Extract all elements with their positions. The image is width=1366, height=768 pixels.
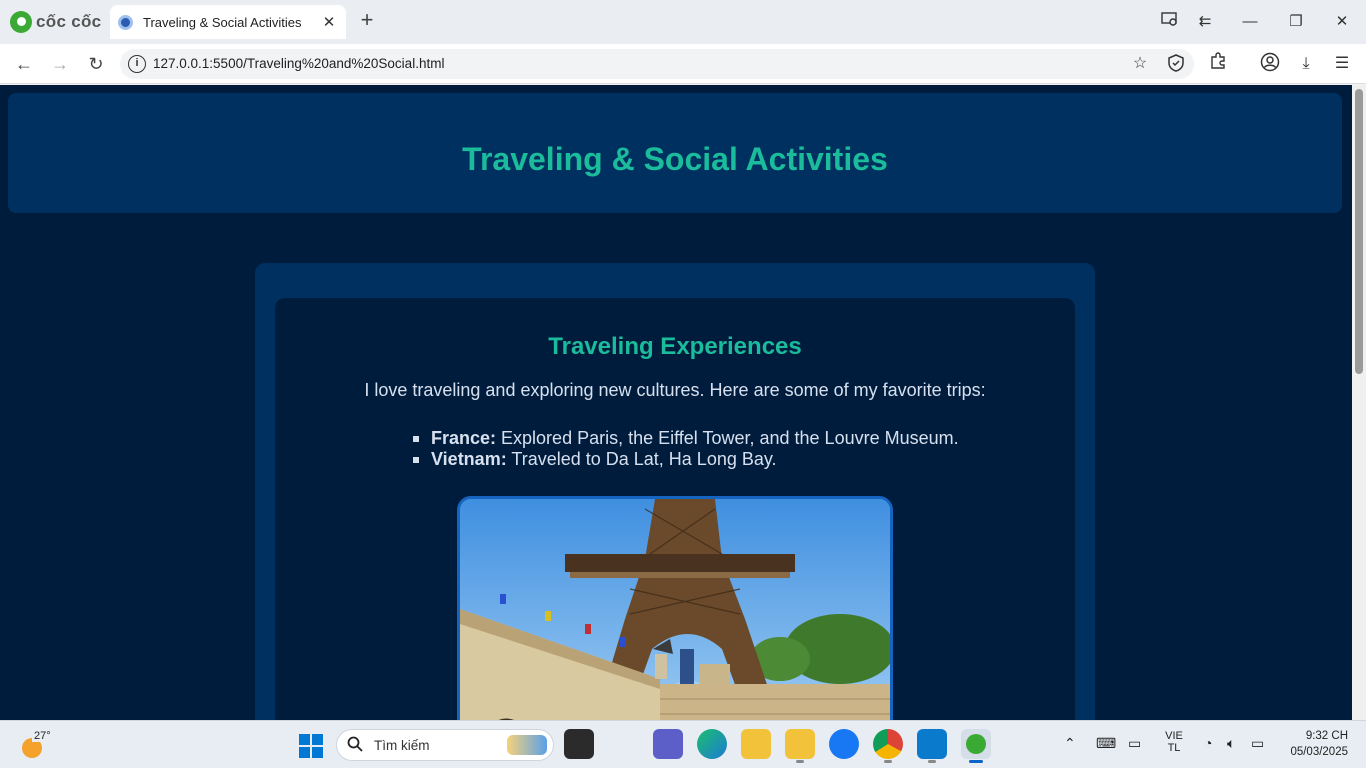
weather-temp: 27° — [32, 730, 53, 742]
search-placeholder: Tìm kiếm — [374, 738, 430, 753]
windows-logo-icon — [312, 734, 323, 745]
list-item: France: Explored Paris, the Eiffel Tower… — [413, 428, 959, 449]
tab-search-icon[interactable] — [1158, 10, 1182, 34]
start-button[interactable] — [299, 734, 323, 758]
windows-logo-icon — [312, 747, 323, 758]
language-top: VIE — [1165, 730, 1183, 742]
file-explorer-2-icon[interactable] — [785, 729, 815, 763]
page-title: Traveling & Social Activities — [462, 141, 888, 177]
section-intro: I love traveling and exploring new cultu… — [364, 380, 986, 400]
browser-toolbar: ← → ↻ i 127.0.0.1:5500/Traveling%20and%2… — [0, 44, 1366, 84]
url-text[interactable]: 127.0.0.1:5500/Traveling%20and%20Social.… — [153, 56, 444, 71]
facebook-icon[interactable] — [829, 729, 859, 759]
search-highlight-icon — [507, 735, 547, 755]
language-indicator[interactable]: VIE TL — [1162, 730, 1186, 754]
edge-icon[interactable] — [697, 729, 727, 759]
tab-title: Traveling & Social Activities — [143, 14, 302, 30]
browser-titlebar: cốc cốc Traveling & Social Activities ✕ … — [0, 0, 1366, 44]
extensions-puzzle-icon[interactable] — [1206, 52, 1230, 76]
back-arrow-icon[interactable]: ← — [12, 52, 36, 76]
traveling-section: Traveling Experiences I love traveling a… — [275, 298, 1075, 720]
bullet-icon — [413, 436, 419, 442]
eiffel-tower-photo — [457, 496, 893, 720]
forward-arrow-icon[interactable]: → — [48, 52, 72, 76]
menu-icon[interactable]: ☰ — [1330, 52, 1354, 76]
weather-widget[interactable]: 27° — [18, 730, 53, 760]
windows-logo-icon — [299, 734, 310, 745]
tablet-icon[interactable]: ▭ — [1128, 735, 1141, 752]
windows-logo-icon — [299, 747, 310, 758]
back-history-icon[interactable]: ⇇ — [1193, 10, 1217, 34]
wifi-icon[interactable]: ◔ — [1204, 735, 1212, 751]
coccoc-logo-icon — [966, 734, 986, 754]
search-icon — [347, 736, 363, 757]
chrome-icon[interactable] — [873, 729, 903, 763]
browser-tab[interactable]: Traveling & Social Activities ✕ — [110, 5, 346, 39]
address-bar[interactable]: i 127.0.0.1:5500/Traveling%20and%20Socia… — [120, 49, 1194, 79]
teams-icon[interactable] — [653, 729, 683, 759]
profile-icon[interactable] — [1258, 52, 1282, 76]
language-bottom: TL — [1167, 742, 1181, 754]
trip-list: France: Explored Paris, the Eiffel Tower… — [413, 428, 959, 470]
tab-close-icon[interactable]: ✕ — [320, 13, 338, 31]
tab-favicon-icon — [118, 14, 133, 30]
bookmark-star-icon[interactable]: ☆ — [1130, 54, 1150, 74]
vscode-icon[interactable] — [917, 729, 947, 763]
scrollbar-thumb[interactable] — [1355, 89, 1363, 374]
new-tab-button[interactable]: + — [356, 9, 378, 33]
eiffel-tower-illustration — [460, 499, 890, 720]
close-window-icon[interactable]: ✕ — [1330, 10, 1354, 34]
trip-text: Explored Paris, the Eiffel Tower, and th… — [496, 428, 959, 448]
running-indicator — [928, 760, 936, 763]
windows-taskbar: 27° Tìm kiếm ⌃ ⌨ ▭ VIE TL ◔ 🔈︎ ▭ 9:32 CH… — [0, 720, 1366, 768]
minimize-icon[interactable]: — — [1238, 10, 1262, 34]
browser-brand[interactable]: cốc cốc — [10, 10, 101, 34]
active-indicator — [969, 760, 983, 763]
chevron-up-icon[interactable]: ⌃ — [1064, 735, 1076, 752]
keyboard-icon[interactable]: ⌨ — [1096, 735, 1116, 752]
restore-icon[interactable]: ❐ — [1284, 10, 1308, 34]
task-view-icon[interactable] — [564, 729, 594, 759]
volume-icon[interactable]: 🔈︎ — [1227, 735, 1235, 752]
running-indicator — [884, 760, 892, 763]
file-explorer-icon[interactable] — [741, 729, 771, 759]
brand-text: cốc cốc — [36, 12, 102, 31]
shield-icon[interactable] — [1166, 54, 1186, 74]
page-scrollbar[interactable] — [1352, 85, 1366, 720]
clock-date: 05/03/2025 — [1290, 746, 1348, 758]
site-info-icon[interactable]: i — [128, 55, 146, 73]
content-container: Traveling Experiences I love traveling a… — [255, 263, 1095, 720]
coccoc-taskbar-icon[interactable] — [961, 729, 991, 763]
trip-text: Traveled to Da Lat, Ha Long Bay. — [506, 449, 777, 469]
bullet-icon — [413, 457, 419, 463]
trip-place: France: — [431, 428, 497, 448]
site-header: Traveling & Social Activities — [8, 93, 1342, 213]
taskbar-search[interactable]: Tìm kiếm — [336, 729, 554, 761]
running-indicator — [796, 760, 804, 763]
list-item: Vietnam: Traveled to Da Lat, Ha Long Bay… — [413, 449, 959, 470]
page-viewport: Traveling & Social Activities Traveling … — [0, 85, 1366, 720]
download-icon[interactable]: ⤓ — [1294, 52, 1318, 76]
clock-time: 9:32 CH — [1305, 730, 1348, 742]
battery-icon[interactable]: ▭ — [1251, 735, 1264, 752]
reload-icon[interactable]: ↻ — [84, 52, 108, 76]
coccoc-logo-icon — [10, 11, 32, 33]
system-clock[interactable]: 9:32 CH 05/03/2025 — [1290, 728, 1348, 760]
trip-place: Vietnam: — [431, 449, 507, 469]
section-title: Traveling Experiences — [548, 333, 802, 360]
